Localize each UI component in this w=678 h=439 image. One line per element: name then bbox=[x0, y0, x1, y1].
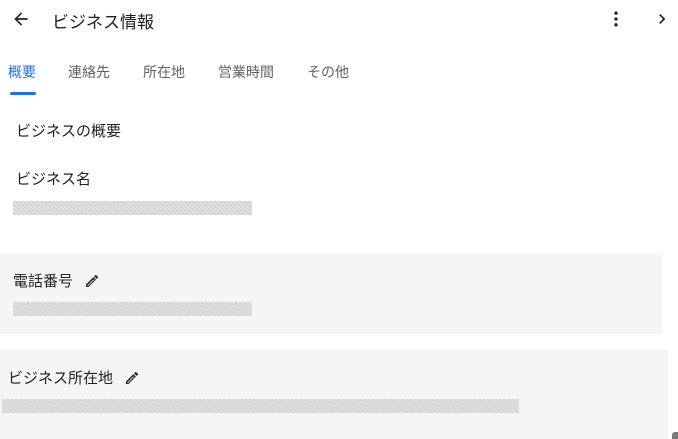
scrollbar-thumb[interactable] bbox=[672, 432, 678, 439]
chevron-right-icon bbox=[659, 14, 666, 24]
tab-contact[interactable]: 連絡先 bbox=[68, 62, 110, 82]
phone-title: 電話番号 bbox=[13, 270, 101, 291]
more-options-button[interactable] bbox=[604, 7, 628, 31]
address-title: ビジネス所在地 bbox=[8, 367, 141, 388]
tab-more[interactable]: その他 bbox=[307, 62, 349, 82]
business-name-label: ビジネス名 bbox=[16, 170, 92, 188]
address-value-redacted bbox=[2, 399, 519, 413]
more-vertical-icon bbox=[614, 11, 618, 27]
tab-overview[interactable]: 概要 bbox=[8, 62, 36, 82]
business-name-value-redacted bbox=[13, 201, 252, 215]
next-button[interactable] bbox=[650, 7, 674, 31]
pencil-icon[interactable] bbox=[83, 272, 101, 290]
back-button[interactable] bbox=[9, 7, 33, 31]
tab-location[interactable]: 所在地 bbox=[143, 62, 185, 82]
active-tab-indicator bbox=[10, 92, 36, 95]
arrow-left-icon bbox=[14, 12, 28, 26]
tab-hours[interactable]: 営業時間 bbox=[218, 62, 274, 82]
phone-card[interactable]: 電話番号 bbox=[0, 253, 662, 334]
pencil-icon[interactable] bbox=[123, 369, 141, 387]
address-card[interactable]: ビジネス所在地 bbox=[0, 350, 668, 439]
section-heading-overview: ビジネスの概要 bbox=[16, 122, 122, 140]
phone-label: 電話番号 bbox=[13, 272, 74, 290]
tab-bar: 概要 連絡先 所在地 営業時間 その他 bbox=[0, 54, 678, 96]
header: ビジネス情報 bbox=[0, 0, 678, 40]
business-info-page: ビジネス情報 概要 連絡先 所在地 営業時間 その他 ビジネスの概要 ビジネス名… bbox=[0, 0, 678, 439]
address-label: ビジネス所在地 bbox=[8, 369, 114, 387]
phone-value-redacted bbox=[13, 302, 252, 316]
page-title: ビジネス情報 bbox=[52, 13, 154, 33]
